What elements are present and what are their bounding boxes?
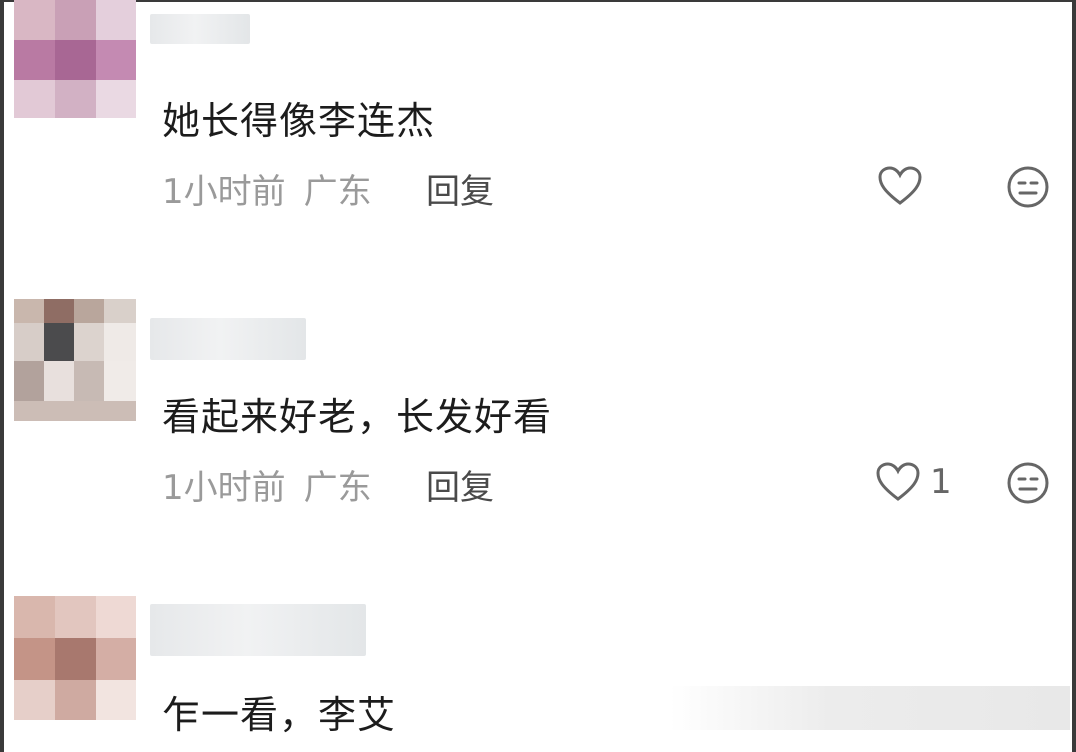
comment-location: 广东 (303, 172, 372, 212)
blurred-overlay (670, 686, 1070, 730)
expressionless-face-icon[interactable] (1006, 461, 1050, 505)
comment-meta: 1小时前 广东 (162, 460, 372, 509)
username-blurred[interactable] (150, 318, 306, 360)
like-count: 1 (930, 462, 952, 502)
reply-button[interactable]: 回复 (426, 164, 494, 213)
comment-text: 她长得像李连杰 (162, 99, 436, 143)
comment-time: 1小时前 (162, 468, 286, 508)
comment-text: 乍一看，李艾 (162, 693, 397, 737)
avatar[interactable] (14, 0, 136, 118)
comment-text: 看起来好老，长发好看 (162, 395, 553, 439)
comment-location: 广东 (303, 468, 372, 508)
like-button[interactable]: 1 (876, 462, 952, 502)
username-blurred[interactable] (150, 14, 250, 44)
avatar[interactable] (14, 299, 136, 421)
reply-button[interactable]: 回复 (426, 460, 494, 509)
comment-time: 1小时前 (162, 172, 286, 212)
username-blurred[interactable] (150, 604, 366, 656)
heart-outline-icon (876, 462, 920, 502)
avatar[interactable] (14, 596, 136, 720)
comment-meta: 1小时前 广东 (162, 164, 372, 213)
expressionless-face-icon[interactable] (1006, 165, 1050, 209)
like-button[interactable] (878, 166, 930, 206)
heart-outline-icon (878, 166, 922, 206)
